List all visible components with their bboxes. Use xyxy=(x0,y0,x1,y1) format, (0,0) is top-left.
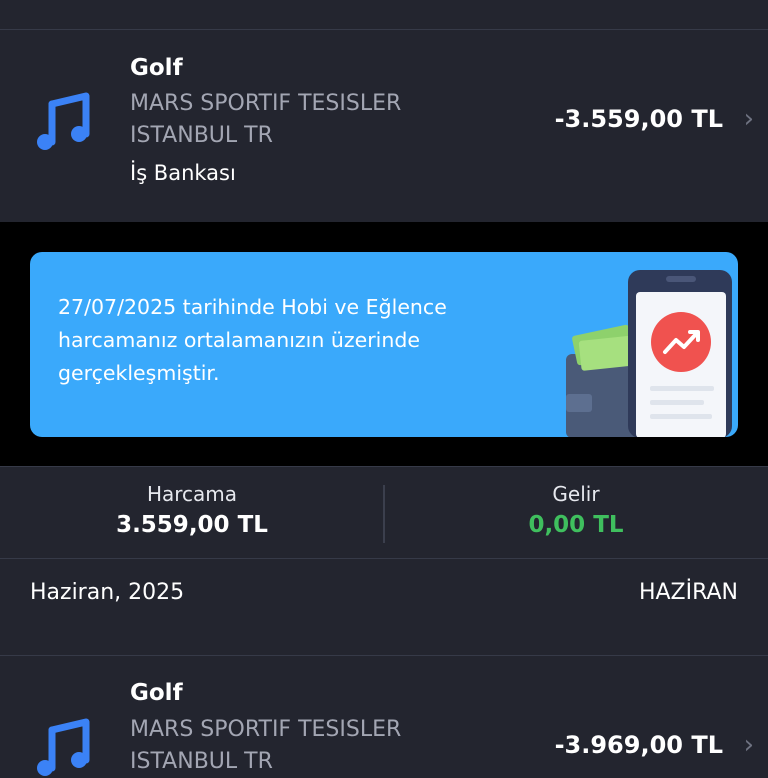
income-label: Gelir xyxy=(552,482,600,506)
transaction-bank: İş Bankası xyxy=(130,161,236,185)
transaction-amount: -3.969,00 TL xyxy=(554,731,723,759)
summary-top-divider xyxy=(0,466,768,467)
transaction-category: Golf xyxy=(130,680,183,706)
month-label: HAZİRAN xyxy=(638,580,738,605)
spend-summary: Harcama 3.559,00 TL xyxy=(0,482,384,538)
spending-alert-banner[interactable]: 27/07/2025 tarihinde Hobi ve Eğlence har… xyxy=(30,252,738,437)
month-header: Haziran, 2025 HAZİRAN xyxy=(0,580,768,640)
wallet-phone-illustration xyxy=(560,268,738,437)
banner-message: 27/07/2025 tarihinde Hobi ve Eğlence har… xyxy=(58,295,447,385)
transaction-merchant: MARS SPORTIF TESISLER ISTANBUL TR xyxy=(130,91,402,148)
chevron-right-icon: › xyxy=(743,104,754,134)
transaction-category: Golf xyxy=(130,55,183,81)
summary-bottom-divider xyxy=(0,558,768,559)
music-note-icon xyxy=(30,712,96,778)
transaction-amount: -3.559,00 TL xyxy=(554,105,723,133)
transaction-row[interactable]: Golf MARS SPORTIF TESISLER ISTANBUL TR İ… xyxy=(0,30,768,222)
transaction-merchant: MARS SPORTIF TESISLER ISTANBUL TR xyxy=(130,717,402,774)
chevron-right-icon: › xyxy=(743,730,754,760)
spend-label: Harcama xyxy=(146,482,238,506)
month-title: Haziran, 2025 xyxy=(30,580,185,605)
month-summary: Harcama 3.559,00 TL Gelir 0,00 TL xyxy=(0,468,768,558)
income-summary: Gelir 0,00 TL xyxy=(384,482,768,538)
music-note-icon xyxy=(30,86,96,152)
spend-value: 3.559,00 TL xyxy=(116,512,268,538)
transaction-row[interactable]: Golf MARS SPORTIF TESISLER ISTANBUL TR -… xyxy=(0,656,768,776)
income-value: 0,00 TL xyxy=(528,512,624,538)
